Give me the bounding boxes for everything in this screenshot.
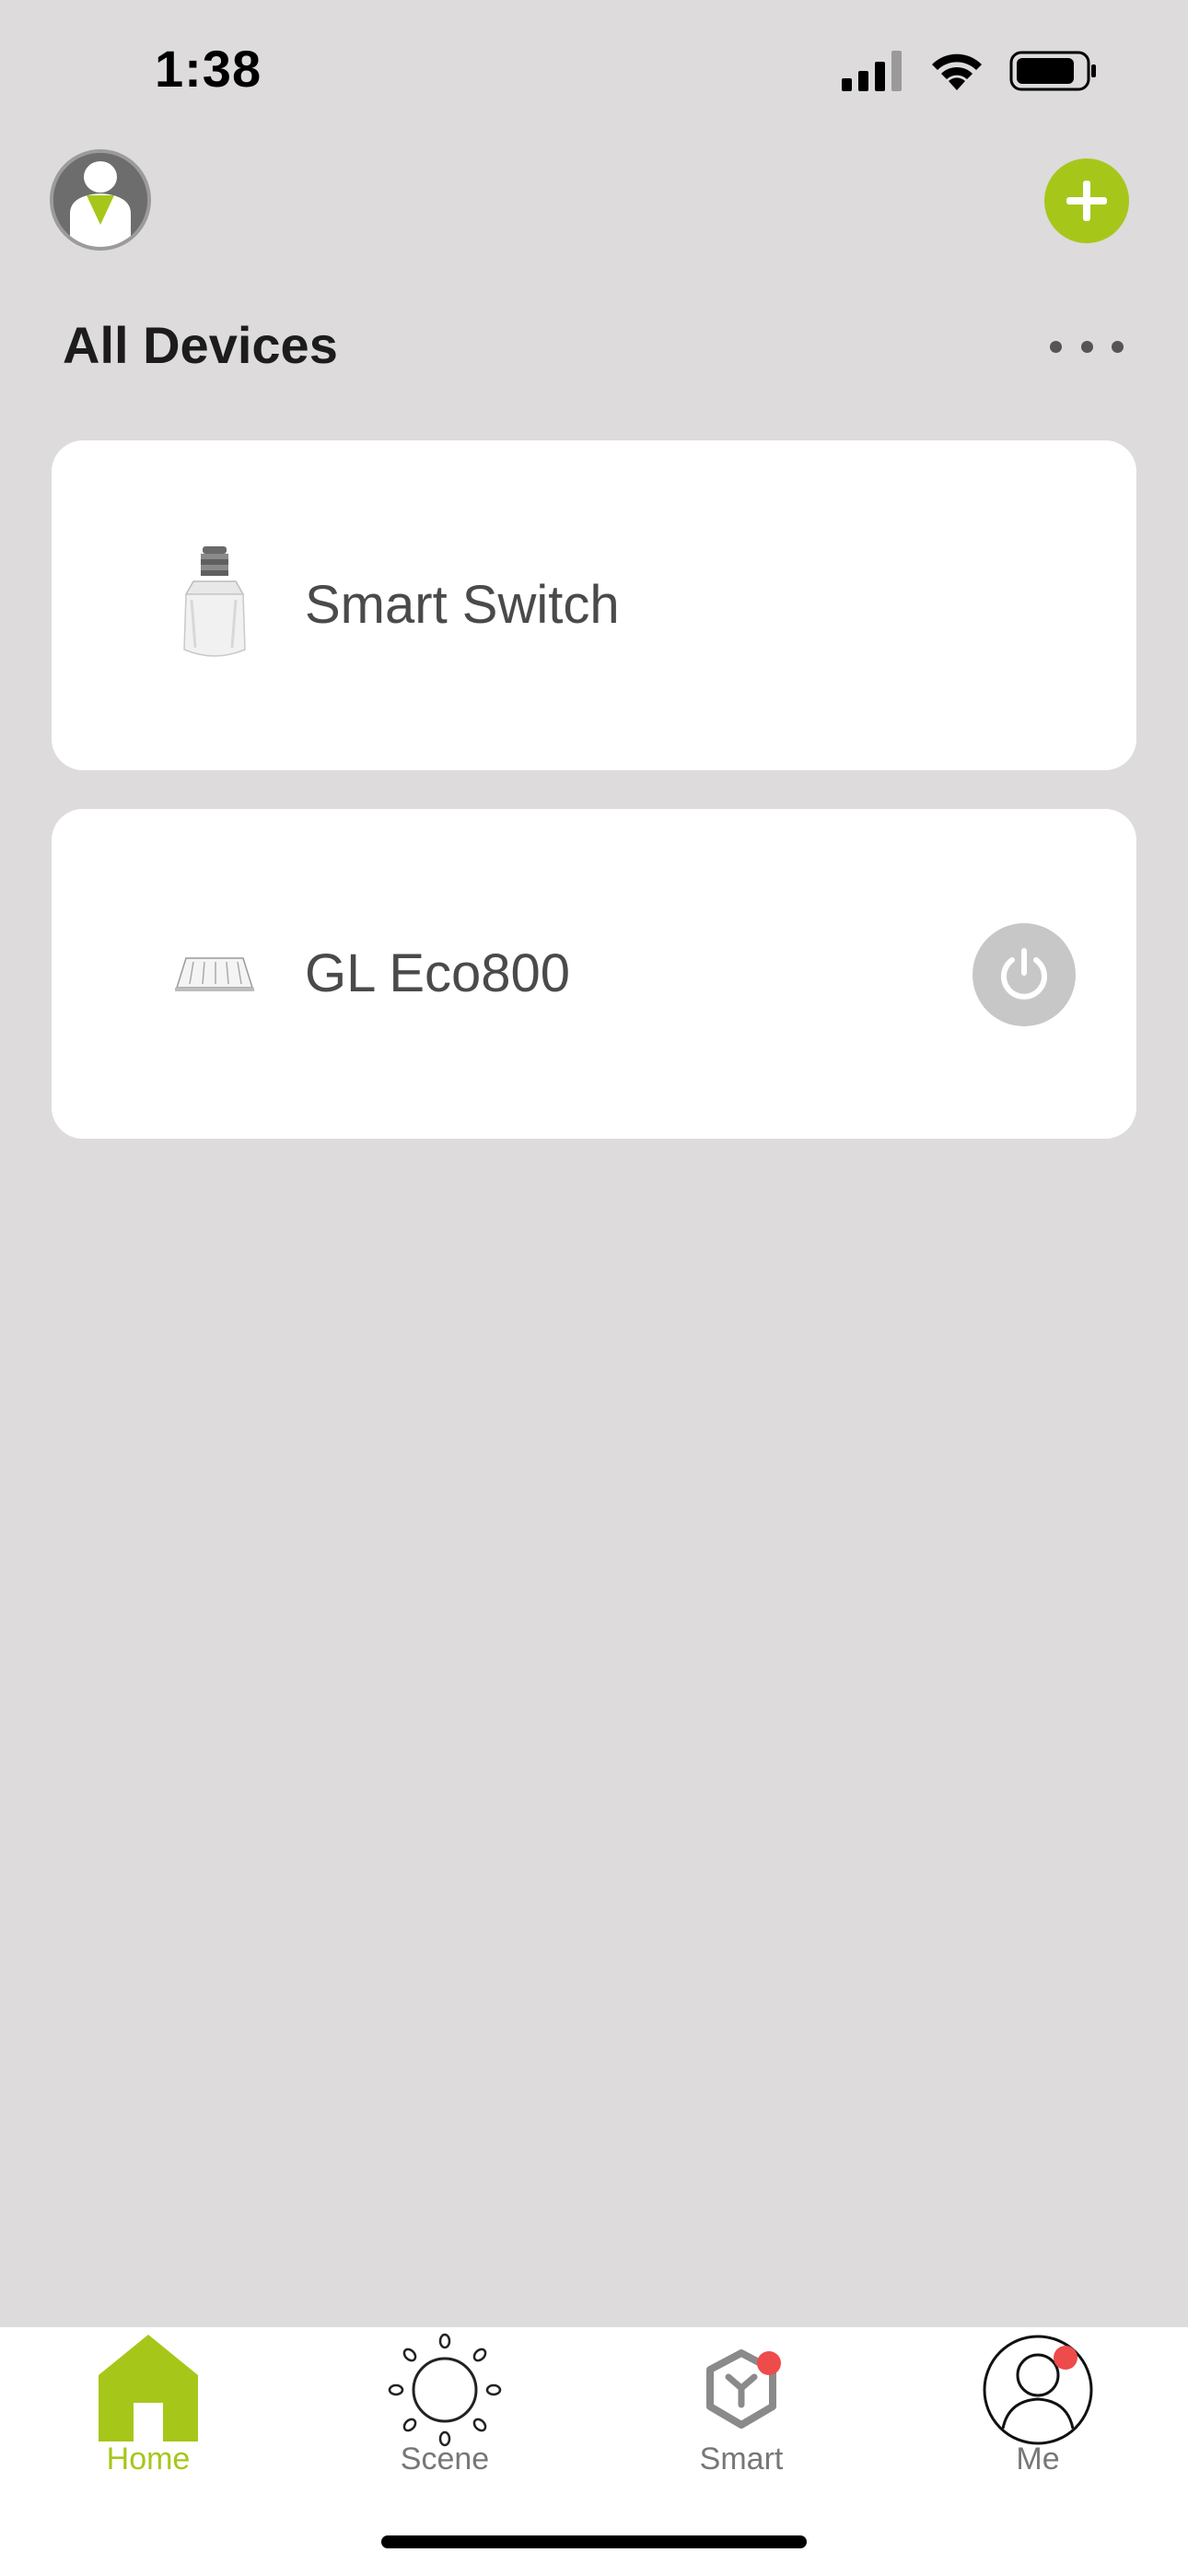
device-card-smart-switch[interactable]: Smart Switch [52, 440, 1136, 770]
power-toggle-button[interactable] [973, 923, 1076, 1026]
tab-scene[interactable]: Scene [297, 2327, 593, 2512]
more-dot [1080, 340, 1093, 353]
device-thumbnail [138, 897, 291, 1050]
tab-label: Scene [400, 2441, 490, 2476]
sun-icon [388, 2333, 502, 2447]
status-time: 1:38 [155, 40, 262, 98]
user-avatar-icon [53, 153, 147, 247]
plus-icon [1066, 181, 1107, 221]
add-device-button[interactable] [1044, 158, 1129, 243]
tab-label: Me [1016, 2441, 1060, 2476]
more-dot [1112, 340, 1124, 353]
wifi-icon [932, 53, 982, 90]
ceiling-light-icon [175, 957, 254, 991]
bulb-socket-icon [183, 546, 246, 657]
home-indicator [381, 2535, 807, 2548]
device-card-gl-eco800[interactable]: GL Eco800 [52, 809, 1136, 1139]
power-icon [1001, 948, 1047, 1000]
user-avatar[interactable] [50, 149, 151, 251]
battery-icon [1009, 51, 1096, 91]
cellular-signal-icon [842, 51, 902, 91]
tab-label: Home [106, 2441, 191, 2476]
tab-label: Smart [699, 2441, 784, 2476]
tab-smart[interactable]: Smart [593, 2327, 890, 2512]
device-name: GL Eco800 [305, 943, 571, 1003]
notification-badge [1054, 2346, 1077, 2370]
cube-icon [706, 2349, 776, 2429]
more-dots-icon [1050, 340, 1062, 353]
status-bar: 1:38 [0, 0, 1188, 138]
home-icon [99, 2335, 198, 2441]
device-thumbnail [138, 529, 291, 682]
status-icons [842, 48, 1098, 94]
tab-home[interactable]: Home [0, 2327, 297, 2512]
notification-badge [757, 2351, 781, 2375]
more-options-button[interactable] [1050, 326, 1124, 367]
tab-me[interactable]: Me [890, 2327, 1186, 2512]
profile-icon [983, 2335, 1093, 2445]
page-title: All Devices [63, 316, 338, 374]
app-screen: 1:38 All Devices Smart Switch GL Eco800 … [0, 0, 1188, 2576]
device-name: Smart Switch [305, 575, 620, 635]
